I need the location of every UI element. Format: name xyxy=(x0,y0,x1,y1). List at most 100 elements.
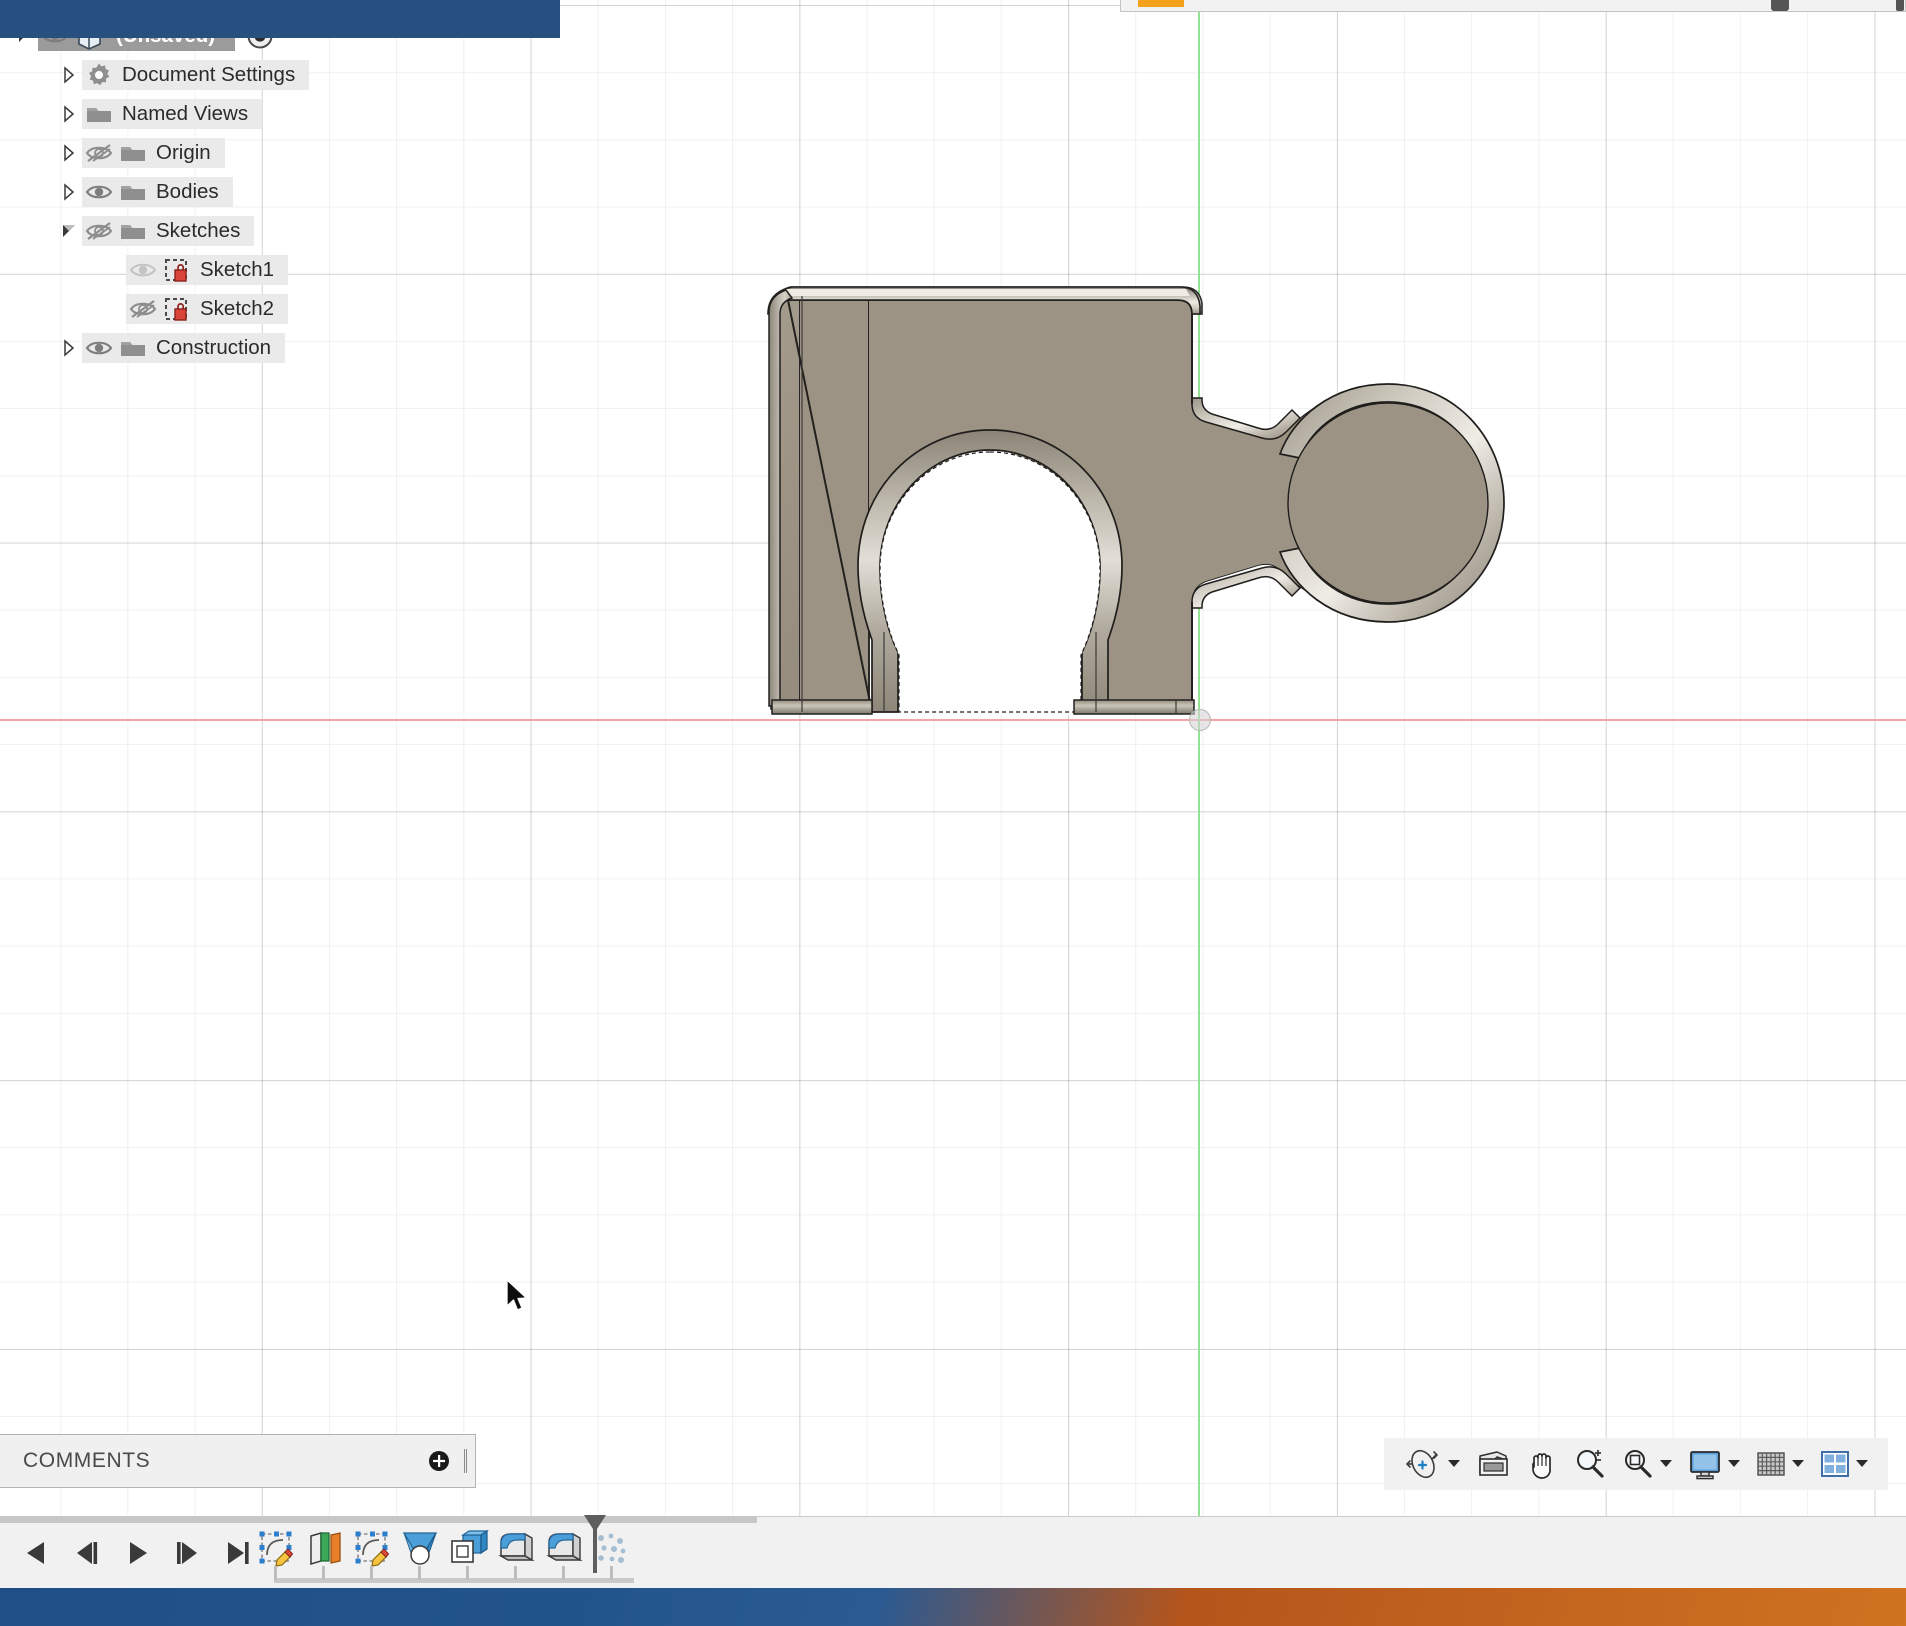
tree-row-highlight[interactable]: Sketch1 xyxy=(126,254,289,285)
grid-snaps-button[interactable] xyxy=(1748,1438,1812,1490)
tree-row-origin[interactable]: Origin xyxy=(0,133,478,172)
resize-grip-icon[interactable] xyxy=(464,1449,467,1473)
offset-box-icon xyxy=(451,1529,489,1563)
leg-left-bottom xyxy=(771,699,873,715)
tree-row-bodies[interactable]: Bodies xyxy=(0,172,478,211)
tree-row-highlight[interactable]: Sketches xyxy=(82,215,255,246)
eye-visible-icon[interactable] xyxy=(82,179,116,205)
timeline-tick xyxy=(562,1566,565,1580)
eye-hidden-icon[interactable] xyxy=(82,140,116,166)
arrow-expanded-icon[interactable] xyxy=(56,218,82,244)
origin-point-marker[interactable] xyxy=(1189,709,1211,731)
step-forward-icon xyxy=(177,1542,197,1564)
tree-row-label: Origin xyxy=(156,140,211,164)
tree-row-sketch1[interactable]: Sketch1 xyxy=(0,250,478,289)
ring-lobe-face xyxy=(1287,402,1489,604)
sketch-locked-icon xyxy=(160,296,194,322)
ribbon-glyph-b-icon[interactable] xyxy=(1896,0,1904,11)
zoom-magnifier-icon xyxy=(1577,1450,1604,1478)
tree-row-sketch2[interactable]: Sketch2 xyxy=(0,289,478,328)
tree-row-label: Construction xyxy=(156,335,272,359)
arrow-collapsed-icon[interactable] xyxy=(56,101,82,127)
zoom-button[interactable] xyxy=(1566,1438,1614,1490)
tree-row-highlight[interactable]: Bodies xyxy=(82,176,233,207)
timeline-play-button[interactable] xyxy=(112,1531,162,1575)
timeline-navigation[interactable] xyxy=(12,1531,262,1575)
tree-row-highlight[interactable]: Sketch2 xyxy=(126,293,289,324)
timeline-tick xyxy=(322,1566,325,1580)
gear-icon xyxy=(82,62,116,88)
timeline-track[interactable] xyxy=(274,1578,634,1583)
eye-hidden-icon xyxy=(129,299,157,318)
eye-hidden-icon[interactable] xyxy=(82,218,116,244)
arrow-collapsed-icon[interactable] xyxy=(56,140,82,166)
sketch-locked-icon xyxy=(160,257,194,283)
tree-row-highlight[interactable]: Named Views xyxy=(82,98,263,129)
browser-tree[interactable]: (Unsaved)Document SettingsNamed ViewsOri… xyxy=(0,16,478,367)
hole-open-area xyxy=(879,451,1101,713)
orbit-icon xyxy=(1406,1449,1438,1479)
fillet-icon xyxy=(498,1532,535,1562)
eye-dim-icon[interactable] xyxy=(126,257,160,283)
add-comment-icon[interactable] xyxy=(428,1450,450,1472)
tree-row-label: Bodies xyxy=(156,179,219,203)
tree-row-highlight[interactable]: Document Settings xyxy=(82,59,310,90)
eye-hidden-icon[interactable] xyxy=(126,296,160,322)
folder-icon xyxy=(121,146,145,161)
tree-row-label: Sketch2 xyxy=(200,296,275,320)
eye-visible-icon[interactable] xyxy=(82,335,116,361)
arrow-collapsed-icon xyxy=(64,338,75,357)
tree-row-named-views[interactable]: Named Views xyxy=(0,94,478,133)
folder-icon xyxy=(116,218,150,244)
timeline-feature-list[interactable] xyxy=(252,1525,636,1581)
grid-caret-icon[interactable] xyxy=(1791,1455,1805,1473)
pan-button[interactable] xyxy=(1518,1438,1566,1490)
orbit-button[interactable] xyxy=(1396,1438,1468,1490)
tree-row-label: Sketch1 xyxy=(200,257,275,281)
step-first-icon xyxy=(27,1542,44,1564)
folder-icon xyxy=(116,179,150,205)
tree-row-sketches[interactable]: Sketches xyxy=(0,211,478,250)
timeline-step-forward-button[interactable] xyxy=(162,1531,212,1575)
comments-panel[interactable]: COMMENTS xyxy=(0,1434,476,1488)
arrow-collapsed-icon[interactable] xyxy=(56,179,82,205)
arrow-collapsed-icon[interactable] xyxy=(56,335,82,361)
sketch-feature-icon xyxy=(259,1531,294,1567)
timeline-tick xyxy=(514,1566,517,1580)
os-dock[interactable] xyxy=(0,1588,1906,1626)
arrow-collapsed-icon xyxy=(64,143,75,162)
fit-caret-icon[interactable] xyxy=(1659,1455,1673,1473)
eye-visible-icon xyxy=(85,185,113,198)
arrow-collapsed-icon[interactable] xyxy=(56,62,82,88)
tree-row-document-settings[interactable]: Document Settings xyxy=(0,55,478,94)
folder-icon xyxy=(116,335,150,361)
display-caret-icon[interactable] xyxy=(1727,1455,1741,1473)
tree-row-label: Sketches xyxy=(156,218,241,242)
view-controls-toolbar[interactable] xyxy=(1384,1438,1888,1490)
fillet-icon xyxy=(546,1532,583,1562)
comments-label: COMMENTS xyxy=(23,1449,151,1472)
tree-row-highlight[interactable]: Construction xyxy=(82,332,286,363)
tree-row-highlight[interactable]: Origin xyxy=(82,137,225,168)
pan-hand-icon xyxy=(1532,1453,1551,1479)
fit-button[interactable] xyxy=(1614,1438,1680,1490)
timeline-step-back-button[interactable] xyxy=(62,1531,112,1575)
timeline-marker-icon[interactable] xyxy=(582,1513,608,1580)
timeline-tick xyxy=(370,1566,373,1580)
play-back-icon xyxy=(130,1542,147,1564)
tree-row-label: Named Views xyxy=(122,101,249,125)
eye-hidden-icon xyxy=(85,143,113,162)
os-dock-left-panel xyxy=(0,0,560,38)
display-monitor-icon xyxy=(1690,1451,1720,1480)
step-last-icon xyxy=(228,1542,249,1564)
ribbon-active-tab-indicator xyxy=(1138,0,1184,7)
look-at-button[interactable] xyxy=(1468,1438,1518,1490)
orbit-caret-icon[interactable] xyxy=(1447,1455,1461,1473)
tree-row-construction[interactable]: Construction xyxy=(0,328,478,367)
viewports-caret-icon[interactable] xyxy=(1855,1455,1869,1473)
display-settings-button[interactable] xyxy=(1680,1438,1748,1490)
top-ribbon-toolbar[interactable] xyxy=(1120,0,1906,12)
ribbon-glyph-a-icon[interactable] xyxy=(1771,0,1789,11)
viewports-button[interactable] xyxy=(1812,1438,1876,1490)
timeline-step-first-button[interactable] xyxy=(12,1531,62,1575)
